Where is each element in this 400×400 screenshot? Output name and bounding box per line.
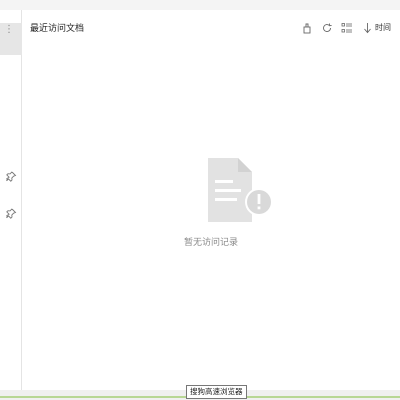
pin-icon[interactable]: [5, 171, 17, 183]
empty-state-text: 暂无访问记录: [183, 238, 238, 248]
empty-document-icon: [206, 156, 276, 232]
pin-icon[interactable]: [5, 208, 17, 220]
more-vertical-icon[interactable]: ⋮: [4, 24, 14, 36]
tooltip: 搜狗高速浏览器: [186, 385, 247, 399]
recent-documents-panel: 最近访问文档 时间 暂无访问记录: [22, 10, 400, 390]
sidebar: ⋮: [0, 10, 22, 390]
window-top-strip: [0, 0, 400, 10]
empty-state: 暂无访问记录: [22, 10, 400, 390]
